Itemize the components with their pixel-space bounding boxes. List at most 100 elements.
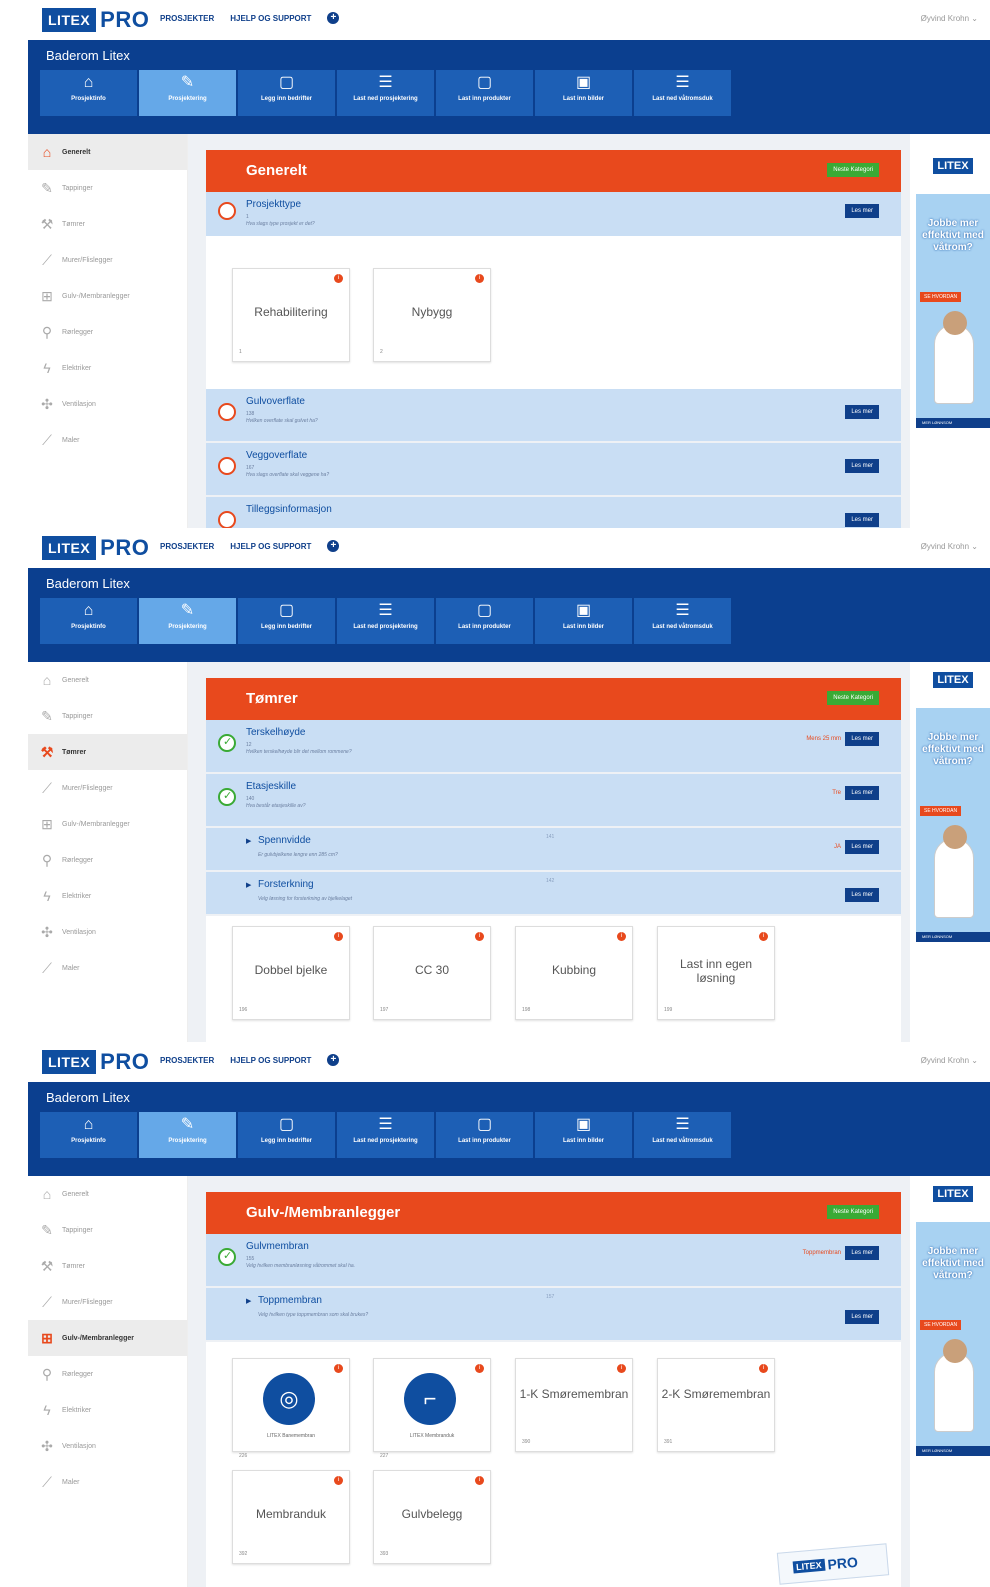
read-more-button[interactable]: Les mer — [845, 888, 879, 902]
nav-hjelp-og-support[interactable]: HJELP OG SUPPORT — [230, 14, 311, 24]
litex-pro-logo[interactable]: LITEX PRO — [42, 535, 149, 560]
sidebar-item-rorlegger[interactable]: ⚲ Rørlegger — [28, 1356, 187, 1392]
nav-hjelp-og-support[interactable]: HJELP OG SUPPORT — [230, 542, 311, 552]
option-card[interactable]: i Rehabilitering 1 — [232, 268, 350, 362]
sidebar-item-tomrer[interactable]: ⚒ Tømrer — [28, 734, 187, 770]
sidebar-item-murer[interactable]: ⟋ Murer/Flislegger — [28, 1284, 187, 1320]
read-more-button[interactable]: Les mer — [845, 204, 879, 218]
step-prosjektinfo[interactable]: ⌂ Prosjektinfo — [40, 70, 137, 116]
next-category-button[interactable]: Neste Kategori — [827, 163, 879, 177]
step-prosjektering[interactable]: ✎ Prosjektering — [139, 70, 236, 116]
subquestion-row[interactable]: ▶ Forsterkning 142 Velg løsning for fors… — [206, 872, 901, 914]
read-more-button[interactable]: Les mer — [845, 786, 879, 800]
sidebar-item-tomrer[interactable]: ⚒ Tømrer — [28, 1248, 187, 1284]
sidebar-item-elektriker[interactable]: ϟ Elektriker — [28, 350, 187, 386]
option-card[interactable]: i 2-K Smøremembran 391 — [657, 1358, 775, 1452]
step-last-inn-bilder[interactable]: ▣ Last inn bilder — [535, 598, 632, 644]
step-prosjektinfo[interactable]: ⌂ Prosjektinfo — [40, 1112, 137, 1158]
litex-pro-logo[interactable]: LITEX PRO — [42, 7, 149, 32]
sidebar-item-gulv-membran[interactable]: ⊞ Gulv-/Membranlegger — [28, 1320, 187, 1356]
option-card[interactable]: i Dobbel bjelke 196 — [232, 926, 350, 1020]
subquestion-row[interactable]: ▶ Toppmembran 157 Velg hvilken type topp… — [206, 1288, 901, 1340]
step-last-inn-bilder[interactable]: ▣ Last inn bilder — [535, 70, 632, 116]
step-last-ned-vatromsduk[interactable]: ☰ Last ned våtromsduk — [634, 70, 731, 116]
sidebar-item-murer[interactable]: ⟋ Murer/Flislegger — [28, 770, 187, 806]
nav-prosjekter[interactable]: PROSJEKTER — [160, 542, 214, 552]
sidebar-item-rorlegger[interactable]: ⚲ Rørlegger — [28, 842, 187, 878]
question-row[interactable]: Etasjeskille 140 Hva består etasjeskille… — [206, 774, 901, 826]
info-icon[interactable]: i — [475, 1364, 484, 1373]
read-more-button[interactable]: Les mer — [845, 1310, 879, 1324]
next-category-button[interactable]: Neste Kategori — [827, 691, 879, 705]
step-prosjektering[interactable]: ✎ Prosjektering — [139, 1112, 236, 1158]
nav-hjelp-og-support[interactable]: HJELP OG SUPPORT — [230, 1056, 311, 1066]
add-project-icon[interactable]: + — [327, 1054, 340, 1066]
info-icon[interactable]: i — [759, 932, 768, 941]
step-last-inn-produkter[interactable]: ▢ Last inn produkter — [436, 598, 533, 644]
ad-cta-button[interactable]: SE HVORDAN — [920, 1320, 962, 1330]
sidebar-item-generelt[interactable]: ⌂ Generelt — [28, 1176, 187, 1212]
info-icon[interactable]: i — [475, 932, 484, 941]
step-last-inn-produkter[interactable]: ▢ Last inn produkter — [436, 1112, 533, 1158]
nav-prosjekter[interactable]: PROSJEKTER — [160, 1056, 214, 1066]
litex-pro-logo[interactable]: LITEX PRO — [42, 1049, 149, 1074]
add-project-icon[interactable]: + — [327, 540, 340, 552]
info-icon[interactable]: i — [759, 1364, 768, 1373]
user-menu[interactable]: Øyvind Krohn ⌄ — [921, 1056, 978, 1065]
question-row[interactable]: Tilleggsinformasjon Les mer — [206, 497, 901, 528]
step-last-inn-bilder[interactable]: ▣ Last inn bilder — [535, 1112, 632, 1158]
sidebar-item-rorlegger[interactable]: ⚲ Rørlegger — [28, 314, 187, 350]
info-icon[interactable]: i — [617, 932, 626, 941]
user-menu[interactable]: Øyvind Krohn ⌄ — [921, 14, 978, 23]
question-row[interactable]: Gulvoverflate 138 Hvilken overflate skal… — [206, 389, 901, 441]
option-card[interactable]: i Gulvbelegg 393 — [373, 1470, 491, 1564]
read-more-button[interactable]: Les mer — [845, 459, 879, 473]
sidebar-item-tappinger[interactable]: ✎ Tappinger — [28, 170, 187, 206]
sidebar-item-tappinger[interactable]: ✎ Tappinger — [28, 1212, 187, 1248]
option-card[interactable]: i ◎ LITEX Banemembran 226 — [232, 1358, 350, 1459]
question-row[interactable]: Terskelhøyde 12 Hvilken terskelhøyde bli… — [206, 720, 901, 772]
user-menu[interactable]: Øyvind Krohn ⌄ — [921, 542, 978, 551]
question-row[interactable]: Prosjekttype 1 Hva slags type prosjekt e… — [206, 192, 901, 236]
step-legg-inn-bedrifter[interactable]: ▢ Legg inn bedrifter — [238, 1112, 335, 1158]
option-card[interactable]: i Kubbing 198 — [515, 926, 633, 1020]
next-category-button[interactable]: Neste Kategori — [827, 1205, 879, 1219]
read-more-button[interactable]: Les mer — [845, 732, 879, 746]
option-card[interactable]: i 1-K Smøremembran 390 — [515, 1358, 633, 1452]
sidebar-item-ventilasjon[interactable]: ✣ Ventilasjon — [28, 386, 187, 422]
step-last-inn-produkter[interactable]: ▢ Last inn produkter — [436, 70, 533, 116]
sidebar-item-generelt[interactable]: ⌂ Generelt — [28, 134, 187, 170]
step-last-ned-vatromsduk[interactable]: ☰ Last ned våtromsduk — [634, 598, 731, 644]
sidebar-item-ventilasjon[interactable]: ✣ Ventilasjon — [28, 1428, 187, 1464]
info-icon[interactable]: i — [617, 1364, 626, 1373]
step-legg-inn-bedrifter[interactable]: ▢ Legg inn bedrifter — [238, 598, 335, 644]
litex-ad-banner[interactable]: LITEX Jobbe mer effektivt med våtrom? SE… — [916, 1176, 990, 1456]
add-project-icon[interactable]: + — [327, 12, 340, 24]
sidebar-item-gulv-membran[interactable]: ⊞ Gulv-/Membranlegger — [28, 806, 187, 842]
sidebar-item-tomrer[interactable]: ⚒ Tømrer — [28, 206, 187, 242]
read-more-button[interactable]: Les mer — [845, 1246, 879, 1260]
sidebar-item-generelt[interactable]: ⌂ Generelt — [28, 662, 187, 698]
sidebar-item-maler[interactable]: ⟋ Maler — [28, 422, 187, 458]
info-icon[interactable]: i — [334, 274, 343, 283]
step-legg-inn-bedrifter[interactable]: ▢ Legg inn bedrifter — [238, 70, 335, 116]
subquestion-row[interactable]: ▶ Spennvidde 141 Er gulvbjelkene lengre … — [206, 828, 901, 870]
option-card[interactable]: i Last inn egen løsning 199 — [657, 926, 775, 1020]
info-icon[interactable]: i — [334, 1364, 343, 1373]
ad-cta-button[interactable]: SE HVORDAN — [920, 292, 962, 302]
nav-prosjekter[interactable]: PROSJEKTER — [160, 14, 214, 24]
sidebar-item-maler[interactable]: ⟋ Maler — [28, 950, 187, 986]
sidebar-item-tappinger[interactable]: ✎ Tappinger — [28, 698, 187, 734]
option-card[interactable]: i ⌐ LITEX Membranduk 227 — [373, 1358, 491, 1459]
litex-ad-banner[interactable]: LITEX Jobbe mer effektivt med våtrom? SE… — [916, 662, 990, 942]
step-last-ned-prosjektering[interactable]: ☰ Last ned prosjektering — [337, 70, 434, 116]
step-last-ned-vatromsduk[interactable]: ☰ Last ned våtromsduk — [634, 1112, 731, 1158]
step-last-ned-prosjektering[interactable]: ☰ Last ned prosjektering — [337, 1112, 434, 1158]
option-card[interactable]: i Nybygg 2 — [373, 268, 491, 362]
step-prosjektering[interactable]: ✎ Prosjektering — [139, 598, 236, 644]
info-icon[interactable]: i — [334, 932, 343, 941]
question-row[interactable]: Veggoverflate 167 Hva slags overflate sk… — [206, 443, 901, 495]
sidebar-item-maler[interactable]: ⟋ Maler — [28, 1464, 187, 1500]
info-icon[interactable]: i — [475, 1476, 484, 1485]
sidebar-item-murer[interactable]: ⟋ Murer/Flislegger — [28, 242, 187, 278]
